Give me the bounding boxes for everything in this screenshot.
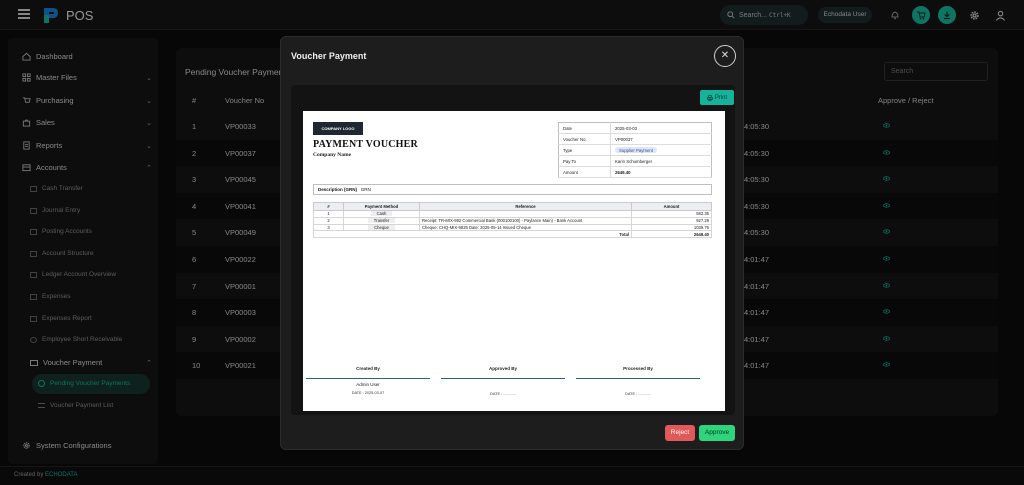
amount: 927.29 (631, 216, 712, 225)
line-number: 1 (313, 210, 344, 218)
reference: Cheque: CHQ-MIX-9925 Date: 2025-05-14 Is… (419, 223, 632, 232)
close-icon[interactable]: ✕ (714, 45, 736, 67)
amount: 1039.76 (631, 223, 712, 232)
company-logo: COMPANY LOGO (313, 122, 363, 135)
reference (419, 210, 632, 218)
payment-lines-table: # Payment Method Reference Amount 1 Cash… (313, 202, 712, 239)
meta-value: Supplier Payment (610, 144, 712, 156)
signature-date: DATE : ............ (625, 392, 651, 396)
meta-key: Voucher No. (558, 133, 611, 145)
table-row: 2 Transfer Receipt: TR-MIX-992 Commercia… (313, 216, 712, 225)
approve-button[interactable]: Approve (699, 425, 735, 441)
line-number: 2 (313, 216, 344, 225)
signature-created-by: Created By Admin User DATE : 2025-03-07 (306, 366, 430, 395)
method-chip: Transfer (367, 218, 396, 224)
voucher-meta-table: Date 2025-03-03 Voucher No. VP00037 Type Su… (558, 122, 712, 178)
modal-title: Voucher Payment (291, 51, 367, 61)
meta-key: Pay To (558, 155, 611, 167)
type-badge: Supplier Payment (615, 147, 657, 153)
column-header: Amount (631, 202, 712, 211)
company-name: Company Name (313, 152, 352, 158)
print-button[interactable]: Print (700, 90, 734, 105)
description-value: GRN (360, 187, 371, 192)
signature-name (576, 382, 700, 388)
table-row: 3 Cheque Cheque: CHQ-MIX-9925 Date: 2025… (313, 223, 712, 232)
reject-button[interactable]: Reject (665, 425, 695, 441)
method-chip: Cheque (368, 224, 395, 230)
column-header: Payment Method (343, 202, 420, 211)
signature-name (441, 382, 565, 388)
total-value: 2649.40 (631, 230, 712, 239)
signature-label: Created By (356, 366, 380, 371)
meta-row: Date 2025-03-03 (558, 122, 712, 134)
reference: Receipt: TR-MIX-992 Commercial Bank (000… (419, 216, 632, 225)
signature-label: Processed By (623, 366, 653, 371)
meta-row: Pay To Karin Schumberger (558, 155, 712, 167)
signature-line (576, 378, 700, 379)
signature-name: Admin User (356, 382, 380, 387)
payment-method: Cheque (343, 223, 420, 232)
signature-date: DATE : 2025-03-07 (351, 391, 385, 395)
signature-line (306, 378, 430, 379)
signature-line (441, 378, 565, 379)
signature-label: Approved By (488, 366, 517, 371)
signature-processed-by: Processed By DATE : ............ (576, 366, 700, 396)
meta-row: Type Supplier Payment (558, 144, 712, 156)
column-header: Reference (419, 202, 632, 211)
meta-value: 2649.40 (610, 166, 712, 178)
meta-value: VP00037 (610, 133, 712, 145)
table-row: 1 Cash 582.35 (313, 210, 712, 218)
signature-date: DATE : ............ (490, 392, 516, 396)
line-number: 3 (313, 223, 344, 232)
meta-key: Type (558, 144, 611, 156)
payment-method: Cash (343, 210, 420, 218)
meta-value: 2025-03-03 (610, 122, 712, 134)
voucher-heading: PAYMENT VOUCHER (313, 139, 418, 150)
description-box: Description (GRN) GRN (313, 184, 712, 195)
meta-key: Amount (558, 166, 611, 178)
print-label: Print (714, 94, 728, 101)
description-label: Description (GRN) (318, 187, 358, 192)
meta-key: Date (558, 122, 611, 134)
signature-approved-by: Approved By DATE : ............ (441, 366, 565, 396)
column-header: # (313, 202, 344, 211)
printer-icon (707, 94, 713, 101)
method-chip: Cash (370, 211, 393, 217)
amount: 582.35 (631, 210, 712, 218)
voucher-preview-area: Print COMPANY LOGO PAYMENT VOUCHER Compa… (291, 85, 735, 415)
voucher-payment-modal: Voucher Payment ✕ Print COMPANY LOGO PAY… (280, 36, 744, 450)
meta-value: Karin Schumberger (610, 155, 712, 167)
payment-voucher-document: COMPANY LOGO PAYMENT VOUCHER Company Nam… (303, 111, 725, 411)
meta-row: Amount 2649.40 (558, 166, 712, 178)
total-row: Total 2649.40 (313, 230, 712, 239)
payment-method: Transfer (343, 216, 420, 225)
total-label: Total (313, 230, 632, 239)
meta-row: Voucher No. VP00037 (558, 133, 712, 145)
